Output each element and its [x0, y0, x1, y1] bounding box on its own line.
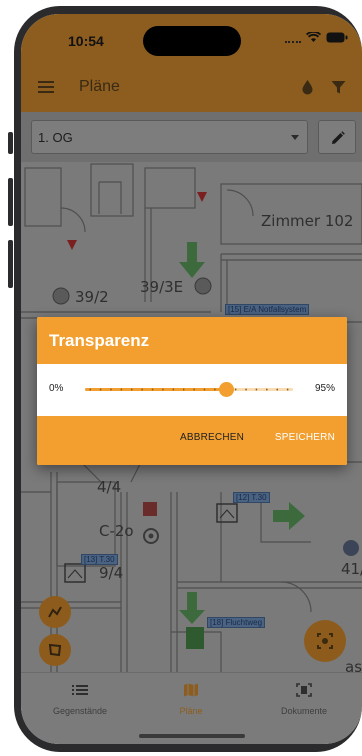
app-bar: Pläne [21, 66, 362, 112]
dialog-actions: ABBRECHEN SPEICHERN [37, 416, 347, 465]
wifi-icon [306, 32, 321, 42]
plan-tag[interactable]: [15] E/A Notfallsystem [225, 304, 310, 315]
phone-side-button [8, 132, 13, 154]
center-plan-button[interactable] [304, 620, 346, 662]
pencil-icon [332, 131, 345, 144]
slider-min-label: 0% [49, 383, 64, 394]
nav-label: Dokumente [280, 706, 328, 716]
chevron-down-icon [291, 135, 299, 140]
transparency-slider[interactable] [85, 381, 293, 399]
level-select[interactable]: 1. OG [31, 120, 308, 154]
level-select-value: 1. OG [38, 130, 73, 145]
draw-area-button[interactable] [39, 634, 71, 666]
plan-room-label: 9/4 [99, 564, 124, 582]
nav-item-plaene[interactable]: Pläne [136, 683, 246, 719]
plan-room-label: 39/3E [140, 278, 184, 296]
home-indicator [139, 734, 245, 738]
plan-tag[interactable]: [12] T.30 [233, 492, 270, 503]
slider-ticks [85, 388, 293, 391]
list-icon [72, 685, 88, 695]
nav-label: Pläne [179, 706, 203, 716]
document-scan-icon [296, 683, 312, 697]
status-time: 10:54 [68, 33, 104, 49]
battery-icon [326, 32, 348, 43]
phone-side-button [8, 240, 13, 288]
nav-item-gegenstaende[interactable]: Gegenstände [25, 683, 135, 719]
phone-side-button [8, 178, 13, 226]
polygon-icon [48, 643, 62, 657]
nav-label: Gegenstände [52, 706, 108, 716]
status-bar: 10:54 [21, 14, 362, 66]
draw-line-button[interactable] [39, 596, 71, 628]
slider-max-label: 95% [314, 383, 335, 394]
save-button[interactable]: SPEICHERN [275, 432, 335, 443]
transparency-dialog: Transparenz 0% 95% ABBRECHEN SPEICHERN [37, 317, 347, 465]
nav-item-dokumente[interactable]: Dokumente [249, 683, 359, 719]
page-title: Pläne [79, 78, 120, 95]
status-icons [285, 32, 348, 43]
polyline-icon [48, 606, 62, 618]
plan-room-label: 41/ [341, 560, 362, 578]
focus-frame-icon [317, 633, 333, 649]
dynamic-island [143, 26, 241, 56]
plan-room-label: as [345, 658, 362, 672]
dialog-body: 0% 95% [37, 364, 347, 416]
edit-button[interactable] [318, 120, 356, 154]
plan-tag[interactable]: [13] T.30 [81, 554, 118, 565]
level-toolbar: 1. OG [21, 112, 362, 162]
plan-tag[interactable]: [18] Fluchtweg [207, 617, 266, 628]
signal-icon [285, 33, 301, 43]
plan-room-label: 4/4 [97, 478, 122, 496]
plan-room-label: Zimmer 102 [261, 212, 354, 230]
cancel-button[interactable]: ABBRECHEN [180, 432, 244, 443]
dialog-title: Transparenz [49, 331, 150, 350]
opacity-drop-icon[interactable] [301, 79, 314, 95]
plan-room-label: C-2o [99, 522, 134, 540]
menu-icon[interactable] [38, 81, 54, 93]
slider-thumb[interactable] [218, 382, 234, 397]
filter-icon[interactable] [331, 80, 346, 95]
map-icon [184, 683, 198, 697]
dialog-header: Transparenz [37, 317, 347, 364]
plan-room-label: 39/2 [75, 288, 109, 306]
